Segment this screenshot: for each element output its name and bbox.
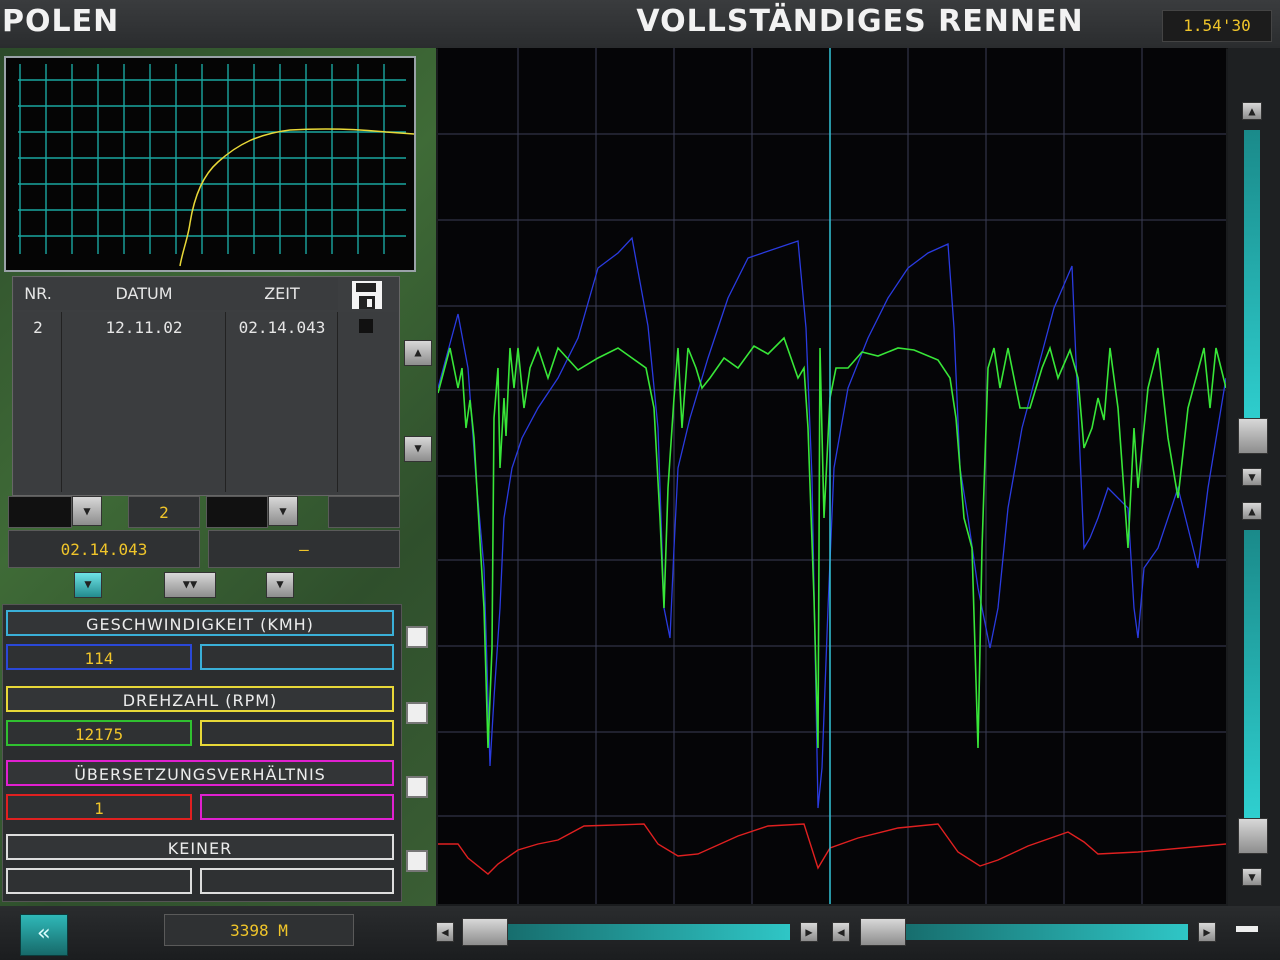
minimap-graph [18, 64, 415, 267]
channel-rpm-toggle[interactable] [406, 702, 428, 724]
selector-a-blank [8, 496, 72, 528]
track-minimap [4, 56, 416, 272]
channel-rpm-compare [200, 720, 394, 746]
channel-gear-compare [200, 794, 394, 820]
row-select-checkbox[interactable] [359, 319, 373, 333]
channel-none-label[interactable]: KEINER [6, 834, 394, 860]
channel-none-value [6, 868, 192, 894]
channel-gear-value: 1 [6, 794, 192, 820]
selector-b-number [328, 496, 400, 528]
track-title: POLEN [2, 4, 120, 39]
vertical-scroll-track-2[interactable] [1244, 530, 1260, 820]
col-header-datum: DATUM [62, 278, 226, 310]
table-scroll-down-button[interactable]: ▼ [404, 436, 432, 462]
horizontal-scroll-thumb-1[interactable] [462, 918, 508, 946]
channel-none-toggle[interactable] [406, 850, 428, 872]
collapse-b-button[interactable]: ▼ [266, 572, 294, 598]
telemetry-chart[interactable] [437, 48, 1227, 904]
channel-gear-label[interactable]: ÜBERSETZUNGSVERHÄLTNIS [6, 760, 394, 786]
horizontal-scroll-track-1[interactable] [464, 924, 790, 940]
row-nr[interactable]: 2 [14, 318, 62, 337]
selector-b-dropdown-button[interactable]: ▼ [268, 496, 298, 526]
h-scroll-right-button-1[interactable]: ▶ [800, 922, 818, 942]
floppy-disk-icon[interactable] [350, 280, 384, 310]
h-scroll-left-button-2[interactable]: ◀ [832, 922, 850, 942]
selected-lap-number: 2 [128, 496, 200, 528]
scroll-down-button-1[interactable]: ▼ [1242, 468, 1262, 486]
vertical-scroll-thumb-1[interactable] [1238, 418, 1268, 454]
vertical-scroll-track-1[interactable] [1244, 130, 1260, 430]
table-scroll-up-button[interactable]: ▲ [404, 340, 432, 366]
row-zeit[interactable]: 02.14.043 [226, 318, 338, 337]
collapse-a-button[interactable]: ▼ [74, 572, 102, 598]
col-header-zeit: ZEIT [226, 278, 338, 310]
h-scroll-right-button-2[interactable]: ▶ [1198, 922, 1216, 942]
h-scroll-left-button-1[interactable]: ◀ [436, 922, 454, 942]
col-zeit [226, 312, 338, 492]
double-chevron-left-icon[interactable]: « [20, 914, 68, 956]
expand-all-button[interactable]: ▼▼ [164, 572, 216, 598]
channel-gear-toggle[interactable] [406, 776, 428, 798]
channel-speed-label[interactable]: GESCHWINDIGKEIT (KMH) [6, 610, 394, 636]
scroll-up-button-1[interactable]: ▲ [1242, 102, 1262, 120]
channel-none-compare [200, 868, 394, 894]
lap-time-b-field[interactable]: – [208, 530, 400, 568]
mode-title: VOLLSTÄNDIGES RENNEN [636, 4, 1084, 39]
col-header-nr: NR. [14, 278, 62, 310]
col-nr [14, 312, 62, 492]
horizontal-scroll-thumb-2[interactable] [860, 918, 906, 946]
selector-a-dropdown-button[interactable]: ▼ [72, 496, 102, 526]
channel-speed-compare [200, 644, 394, 670]
scroll-up-button-2[interactable]: ▲ [1242, 502, 1262, 520]
channel-rpm-value: 12175 [6, 720, 192, 746]
channel-speed-toggle[interactable] [406, 626, 428, 648]
col-datum [62, 312, 226, 492]
lap-time-a-field[interactable]: 02.14.043 [8, 530, 200, 568]
row-datum[interactable]: 12.11.02 [62, 318, 226, 337]
channel-rpm-label[interactable]: DREHZAHL (RPM) [6, 686, 394, 712]
lap-time-display: 1.54'30 [1162, 10, 1272, 42]
vertical-scroll-thumb-2[interactable] [1238, 818, 1268, 854]
horizontal-scroll-track-2[interactable] [862, 924, 1188, 940]
distance-display: 3398 M [164, 914, 354, 946]
col-select [338, 312, 398, 492]
telemetry-graph [437, 48, 1227, 904]
scroll-down-button-2[interactable]: ▼ [1242, 868, 1262, 886]
minus-icon[interactable] [1236, 926, 1258, 932]
channel-speed-value: 114 [6, 644, 192, 670]
selector-b-blank [206, 496, 268, 528]
